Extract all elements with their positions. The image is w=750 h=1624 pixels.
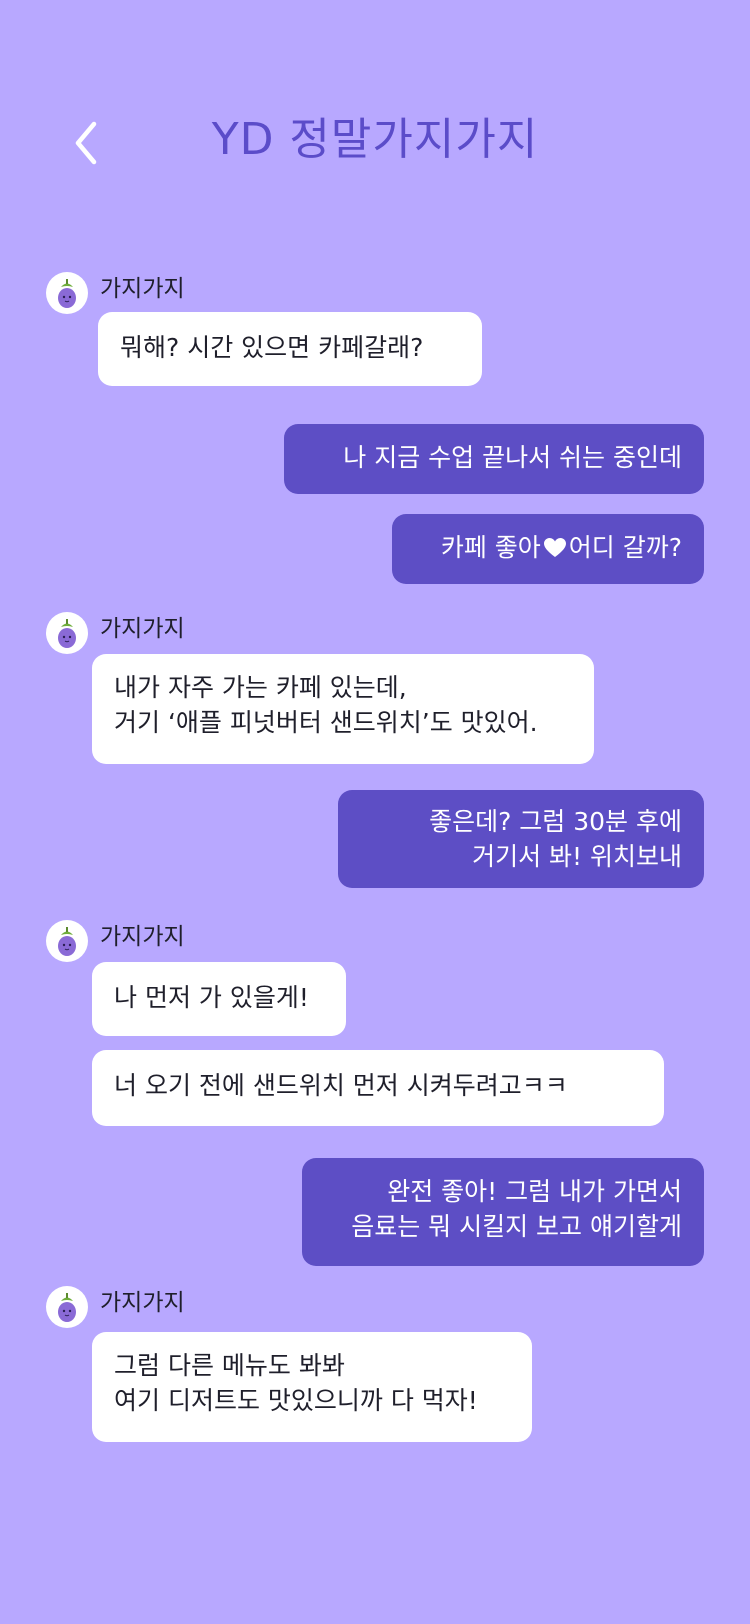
message-text-line: 카페 좋아 어디 갈까? bbox=[414, 530, 682, 565]
message-text: 나 지금 수업 끝나서 쉬는 중인데 bbox=[343, 443, 682, 472]
message-text-part: 카페 좋아 bbox=[440, 533, 541, 562]
message-text: 뭐해? 시간 있으면 카페갈래? bbox=[120, 333, 424, 362]
message-text-line: 거기 ‘애플 피넛버터 샌드위치’도 맛있어. bbox=[114, 708, 538, 737]
chat-title: YD 정말가지가지 bbox=[211, 114, 539, 165]
message-text-line: 좋은데? 그럼 30분 후에 bbox=[429, 807, 682, 836]
eggplant-character-icon bbox=[58, 619, 76, 648]
message-text-line: 여기 디저트도 맛있으니까 다 먹자! bbox=[114, 1386, 478, 1415]
eggplant-character-icon bbox=[58, 1293, 76, 1322]
message-bubble-incoming[interactable]: 나 먼저 가 있을게! bbox=[92, 962, 346, 1036]
message-bubble-outgoing[interactable]: 좋은데? 그럼 30분 후에 거기서 봐! 위치보내 bbox=[338, 790, 704, 888]
message-text: 나 먼저 가 있을게! bbox=[114, 983, 309, 1012]
message-bubble-incoming[interactable]: 그럼 다른 메뉴도 봐봐 여기 디저트도 맛있으니까 다 먹자! bbox=[92, 1332, 532, 1442]
eggplant-character-icon bbox=[58, 279, 76, 308]
message-text-line: 그럼 다른 메뉴도 봐봐 bbox=[114, 1351, 345, 1380]
eggplant-character-icon bbox=[58, 927, 76, 956]
message-text-line: 내가 자주 가는 카페 있는데, bbox=[114, 673, 407, 702]
sender-name: 가지가지 bbox=[100, 924, 185, 950]
message-text-line: 음료는 뭐 시킬지 보고 얘기할게 bbox=[351, 1212, 682, 1241]
avatar[interactable] bbox=[46, 1286, 88, 1328]
message-bubble-incoming[interactable]: 내가 자주 가는 카페 있는데, 거기 ‘애플 피넛버터 샌드위치’도 맛있어. bbox=[92, 654, 594, 764]
avatar[interactable] bbox=[46, 920, 88, 962]
sender-name: 가지가지 bbox=[100, 616, 185, 642]
avatar[interactable] bbox=[46, 272, 88, 314]
chat-header: YD 정말가지가지 bbox=[0, 0, 750, 250]
message-bubble-incoming[interactable]: 너 오기 전에 샌드위치 먼저 시켜두려고ㅋㅋ bbox=[92, 1050, 664, 1126]
message-bubble-outgoing[interactable]: 완전 좋아! 그럼 내가 가면서 음료는 뭐 시킬지 보고 얘기할게 bbox=[302, 1158, 704, 1266]
sender-name: 가지가지 bbox=[100, 1290, 185, 1316]
message-text: 너 오기 전에 샌드위치 먼저 시켜두려고ㅋㅋ bbox=[114, 1071, 568, 1100]
message-bubble-outgoing[interactable]: 나 지금 수업 끝나서 쉬는 중인데 bbox=[284, 424, 704, 494]
message-bubble-incoming[interactable]: 뭐해? 시간 있으면 카페갈래? bbox=[98, 312, 482, 386]
avatar[interactable] bbox=[46, 612, 88, 654]
message-text-line: 거기서 봐! 위치보내 bbox=[472, 842, 682, 871]
message-bubble-outgoing[interactable]: 카페 좋아 어디 갈까? bbox=[392, 514, 704, 584]
heart-icon bbox=[543, 538, 566, 557]
message-text-line: 완전 좋아! 그럼 내가 가면서 bbox=[387, 1177, 682, 1206]
sender-name: 가지가지 bbox=[100, 276, 185, 302]
message-text-part: 어디 갈까? bbox=[568, 533, 682, 562]
chat-screen: { "header": { "title": "YD 정말가지가지", "bac… bbox=[0, 0, 750, 1624]
